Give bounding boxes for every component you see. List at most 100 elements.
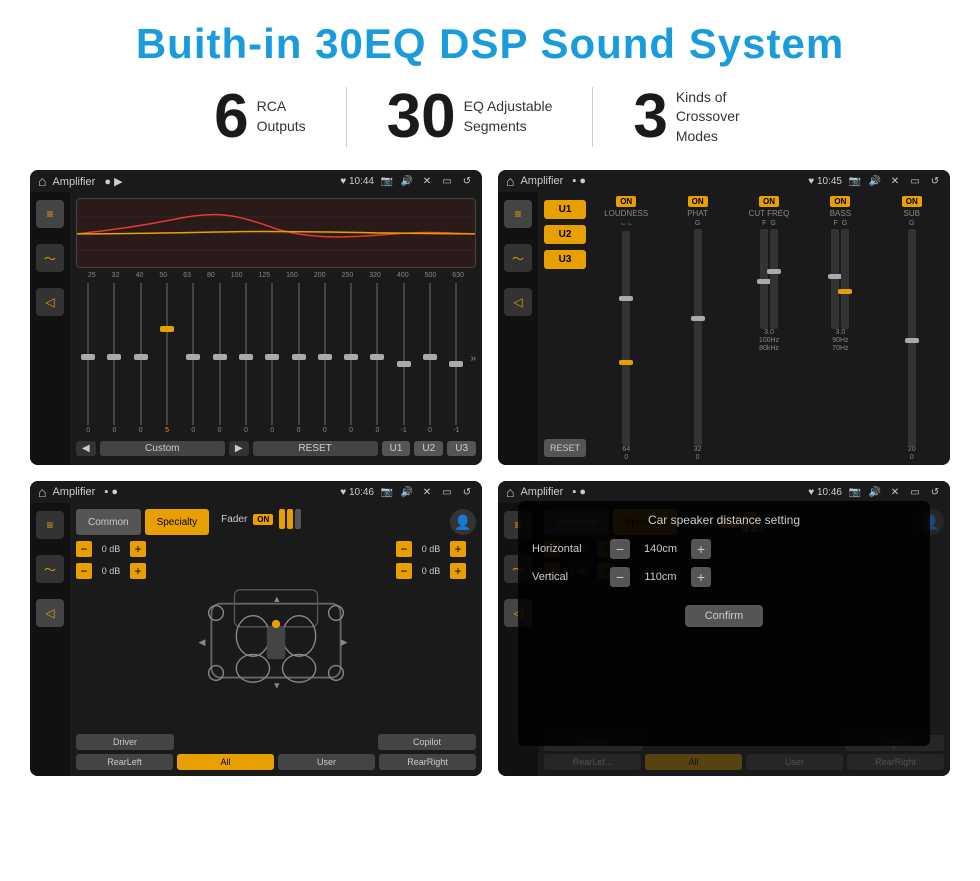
eq-slider-10[interactable]: 0 [339, 283, 363, 434]
window-icon-1[interactable]: ▭ [440, 174, 454, 188]
rearright-button[interactable]: RearRight [379, 754, 476, 770]
rearleft-button[interactable]: RearLeft [76, 754, 173, 770]
wave-icon-2[interactable]: 〜 [504, 244, 532, 272]
eq-slider-6[interactable]: 0 [234, 283, 258, 434]
stat-eq: 30 EQ AdjustableSegments [347, 86, 593, 148]
home-icon-1[interactable]: ⌂ [38, 173, 46, 189]
amp-reset-button[interactable]: RESET [544, 439, 586, 457]
more-icon[interactable]: » [470, 353, 476, 364]
sp-plus-3[interactable]: + [450, 541, 466, 557]
specialty-tab[interactable]: Specialty [145, 509, 210, 535]
wave-icon[interactable]: 〜 [36, 244, 64, 272]
eq-slider-1[interactable]: 0 [102, 283, 126, 434]
sp-minus-4[interactable]: − [396, 563, 412, 579]
eq-slider-0[interactable]: 0 [76, 283, 100, 434]
sp-db-row-1: − 0 dB + [76, 541, 156, 557]
eq-slider-11[interactable]: 0 [365, 283, 389, 434]
eq-custom-button[interactable]: Custom [100, 441, 225, 456]
sp-db-val-2: 0 dB [96, 566, 126, 576]
amp-u1-button[interactable]: U1 [544, 200, 586, 219]
sp-minus-3[interactable]: − [396, 541, 412, 557]
amp-u3-button[interactable]: U3 [544, 250, 586, 269]
sp-plus-2[interactable]: + [130, 563, 146, 579]
all-button[interactable]: All [177, 754, 274, 770]
home-icon-2[interactable]: ⌂ [506, 173, 514, 189]
stat-crossover-label: Kinds ofCrossover Modes [676, 88, 766, 147]
back-icon-4[interactable]: ↺ [928, 485, 942, 499]
common-tab[interactable]: Common [76, 509, 141, 535]
screens-grid: ⌂ Amplifier ● ▶ ♥ 10:44 📷 🔊 ✕ ▭ ↺ ≡ 〜 ◁ [30, 170, 950, 776]
horizontal-minus-button[interactable]: − [610, 539, 630, 559]
eq-u3-button[interactable]: U3 [447, 441, 476, 456]
cutfreq-label: CUT FREQ [749, 209, 790, 218]
amp-channel-sub: ON SUB G 20 0 [878, 196, 946, 461]
eq-slider-8[interactable]: 0 [286, 283, 310, 434]
cutfreq-on-badge[interactable]: ON [759, 196, 779, 207]
sp-controls-left: − 0 dB + − 0 dB + [76, 541, 156, 730]
back-icon-2[interactable]: ↺ [928, 174, 942, 188]
back-icon-3[interactable]: ↺ [460, 485, 474, 499]
eq-u1-button[interactable]: U1 [382, 441, 411, 456]
back-icon-1[interactable]: ↺ [460, 174, 474, 188]
vertical-plus-button[interactable]: + [691, 567, 711, 587]
eq-u2-button[interactable]: U2 [414, 441, 443, 456]
phat-label: PHAT [687, 209, 708, 218]
svg-text:▶: ▶ [341, 637, 348, 647]
eq-slider-14[interactable]: -1 [444, 283, 468, 434]
home-icon-3[interactable]: ⌂ [38, 484, 46, 500]
wave-icon-3[interactable]: 〜 [36, 555, 64, 583]
speaker-icon-2[interactable]: ◁ [504, 288, 532, 316]
eq-slider-7[interactable]: 0 [260, 283, 284, 434]
screen-eq: ⌂ Amplifier ● ▶ ♥ 10:44 📷 🔊 ✕ ▭ ↺ ≡ 〜 ◁ [30, 170, 482, 465]
confirm-button[interactable]: Confirm [685, 605, 764, 627]
sp-minus-2[interactable]: − [76, 563, 92, 579]
fader-slider-3[interactable] [295, 509, 301, 529]
eq-slider-13[interactable]: 0 [418, 283, 442, 434]
screen-amp: ⌂ Amplifier ▪ ● ♥ 10:45 📷 🔊 ✕ ▭ ↺ ≡ 〜 ◁ … [498, 170, 950, 465]
user-button[interactable]: User [278, 754, 375, 770]
phat-on-badge[interactable]: ON [688, 196, 708, 207]
sp-plus-4[interactable]: + [450, 563, 466, 579]
bass-on-badge[interactable]: ON [830, 196, 850, 207]
vertical-minus-button[interactable]: − [610, 567, 630, 587]
home-icon-4[interactable]: ⌂ [506, 484, 514, 500]
window-icon-2[interactable]: ▭ [908, 174, 922, 188]
x-icon-4[interactable]: ✕ [888, 485, 902, 499]
eq-slider-12[interactable]: -1 [392, 283, 416, 434]
loudness-on-badge[interactable]: ON [616, 196, 636, 207]
amp-u2-button[interactable]: U2 [544, 225, 586, 244]
sub-on-badge[interactable]: ON [902, 196, 922, 207]
sp-plus-1[interactable]: + [130, 541, 146, 557]
eq-icon-2[interactable]: ≡ [504, 200, 532, 228]
eq-slider-4[interactable]: 0 [181, 283, 205, 434]
time-2: ♥ 10:45 [808, 176, 842, 187]
x-icon-1[interactable]: ✕ [420, 174, 434, 188]
eq-next-button[interactable]: ▶ [229, 441, 249, 456]
eq-slider-9[interactable]: 0 [313, 283, 337, 434]
eq-slider-2[interactable]: 0 [129, 283, 153, 434]
eq-reset-button[interactable]: RESET [253, 441, 378, 456]
sp-main: Common Specialty Fader ON 👤 [70, 503, 482, 776]
fader-slider-1[interactable] [279, 509, 285, 529]
eq-icon[interactable]: ≡ [36, 200, 64, 228]
sp-db-val-3: 0 dB [416, 544, 446, 554]
window-icon-3[interactable]: ▭ [440, 485, 454, 499]
x-icon-2[interactable]: ✕ [888, 174, 902, 188]
copilot-button[interactable]: Copilot [378, 734, 476, 750]
person-icon[interactable]: 👤 [450, 509, 476, 535]
horizontal-plus-button[interactable]: + [691, 539, 711, 559]
fader-slider-2[interactable] [287, 509, 293, 529]
speaker-icon-3[interactable]: ◁ [36, 599, 64, 627]
x-icon-3[interactable]: ✕ [420, 485, 434, 499]
bass-label: BASS [830, 209, 851, 218]
sp-minus-1[interactable]: − [76, 541, 92, 557]
window-icon-4[interactable]: ▭ [908, 485, 922, 499]
eq-prev-button[interactable]: ◀ [76, 441, 96, 456]
stat-eq-number: 30 [387, 86, 456, 148]
eq-icon-3[interactable]: ≡ [36, 511, 64, 539]
sub-label: SUB [904, 209, 920, 218]
speaker-icon[interactable]: ◁ [36, 288, 64, 316]
driver-button[interactable]: Driver [76, 734, 174, 750]
eq-slider-3[interactable]: 5 [155, 283, 179, 434]
eq-slider-5[interactable]: 0 [207, 283, 231, 434]
